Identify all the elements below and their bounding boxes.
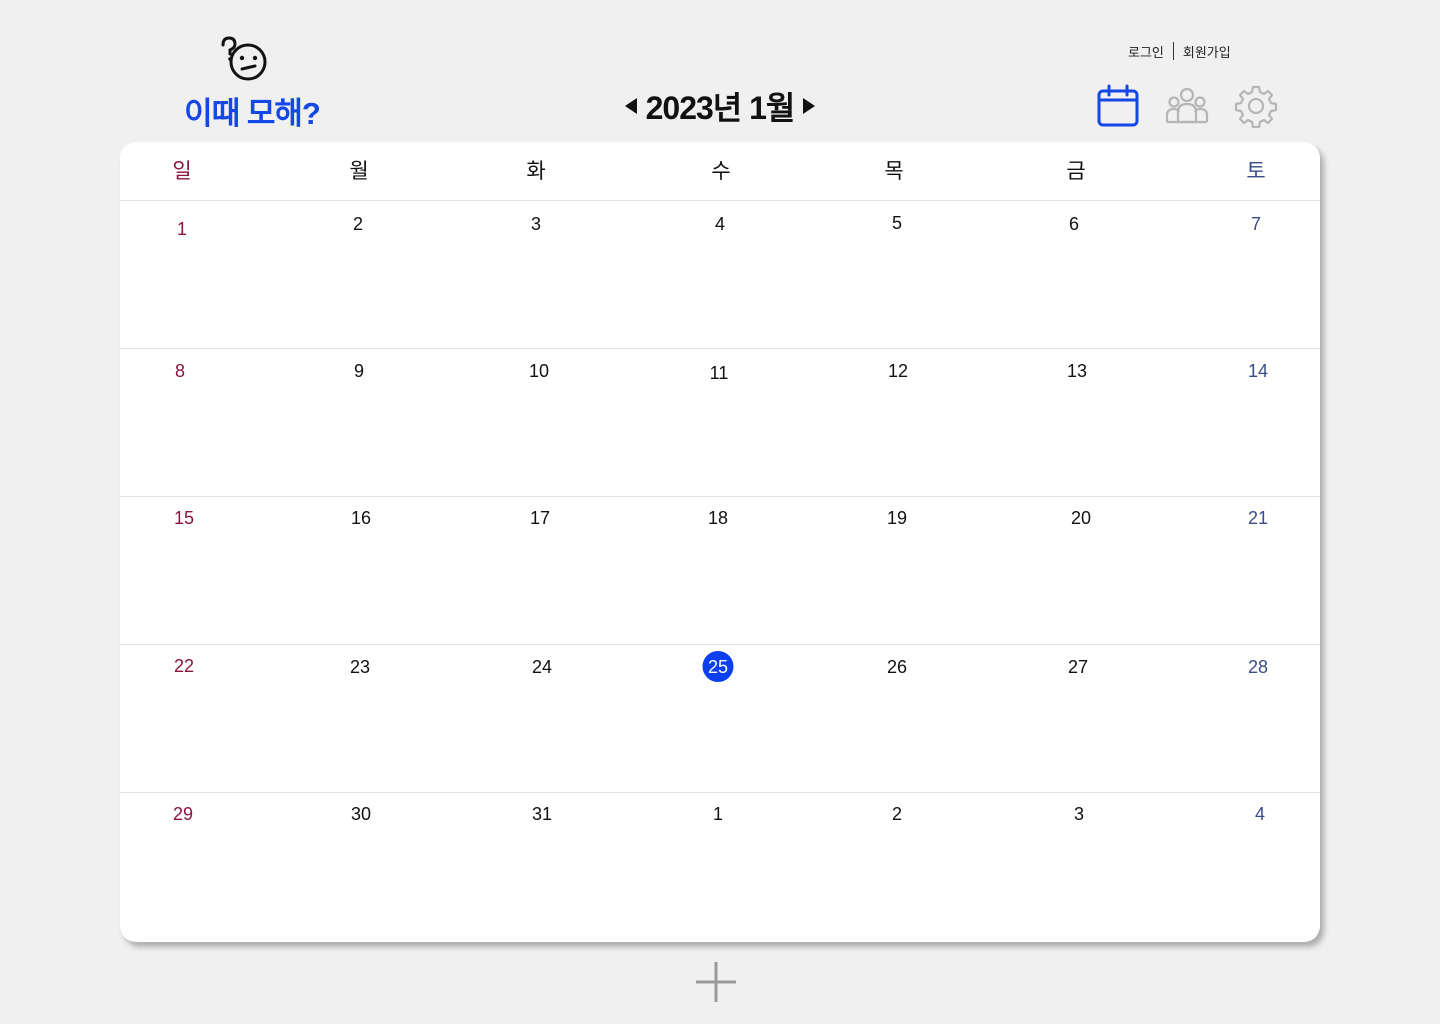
day-cell[interactable]: 13 [1060,356,1094,386]
day-cell[interactable]: 2 [880,799,914,829]
day-cell[interactable]: 26 [880,652,914,682]
app-title: 이때 모해? [184,96,321,131]
weekday-mon: 월 [349,160,369,183]
day-cell[interactable]: 1 [165,214,199,244]
day-cell[interactable]: 4 [1243,799,1277,829]
day-cell[interactable]: 23 [343,652,377,682]
auth-divider [1172,42,1174,60]
week-row: 1 2 3 4 5 6 7 [120,201,1320,349]
auth-links: 로그인 회원가입 [1128,40,1231,62]
weekday-sun: 일 [172,160,192,183]
day-cell[interactable]: 15 [167,503,201,533]
day-cell[interactable]: 4 [703,209,737,239]
triangle-right-icon [803,98,816,114]
weekday-sat: 토 [1246,160,1266,183]
day-cell[interactable]: 14 [1241,356,1275,386]
day-cell[interactable]: 2 [341,209,375,239]
day-cell[interactable]: 16 [344,503,378,533]
weekday-thu: 목 [884,160,904,183]
day-cell[interactable]: 28 [1241,652,1275,682]
signup-link[interactable]: 회원가입 [1183,42,1231,61]
day-cell[interactable]: 27 [1061,652,1095,682]
day-cell[interactable]: 12 [881,356,915,386]
triangle-left-icon [624,98,637,114]
week-row: 15 16 17 18 19 20 21 [120,497,1320,645]
confused-face-icon [221,36,267,81]
day-cell[interactable]: 3 [1062,799,1096,829]
login-link[interactable]: 로그인 [1128,42,1164,61]
day-cell[interactable]: 22 [167,651,201,681]
day-cell[interactable]: 10 [522,356,556,386]
prev-month-button[interactable] [622,94,640,118]
day-cell[interactable]: 24 [525,652,559,682]
day-cell[interactable]: 30 [344,799,378,829]
weekday-wed: 수 [711,160,731,183]
day-cell[interactable]: 3 [519,209,553,239]
day-cell[interactable]: 9 [342,356,376,386]
day-cell[interactable]: 1 [701,799,735,829]
day-cell[interactable]: 8 [163,356,197,386]
day-cell[interactable]: 7 [1239,209,1273,239]
weekday-fri: 금 [1066,160,1086,183]
week-row: 8 9 10 11 12 13 14 [120,349,1320,497]
weekday-tue: 화 [526,160,546,183]
day-cell[interactable]: 20 [1064,503,1098,533]
day-cell[interactable]: 21 [1241,503,1275,533]
app-logo[interactable]: 이때 모해? [182,34,322,134]
week-row: 22 23 24 25 26 27 28 [120,645,1320,793]
group-icon[interactable] [1165,84,1209,128]
month-navigator: 2023년 1월 [620,82,820,130]
current-month-label: 2023년 1월 [645,90,796,126]
plus-icon[interactable] [694,960,738,1004]
weekday-header: 일 월 화 수 목 금 토 [120,142,1320,201]
gear-icon[interactable] [1234,84,1278,128]
day-cell[interactable]: 17 [523,503,557,533]
month-calendar: 일 월 화 수 목 금 토 1 2 3 4 5 6 7 8 9 10 11 12… [120,142,1320,942]
day-cell[interactable]: 11 [702,358,736,388]
day-cell[interactable]: 19 [880,503,914,533]
day-cell[interactable]: 18 [701,503,735,533]
week-row: 29 30 31 1 2 3 4 [120,793,1320,940]
day-cell[interactable]: 31 [525,799,559,829]
calendar-icon[interactable] [1096,84,1140,128]
next-month-button[interactable] [800,94,818,118]
day-cell[interactable]: 6 [1057,209,1091,239]
day-cell[interactable]: 29 [166,799,200,829]
day-cell-today[interactable]: 25 [701,652,735,682]
day-cell[interactable]: 5 [880,208,914,238]
